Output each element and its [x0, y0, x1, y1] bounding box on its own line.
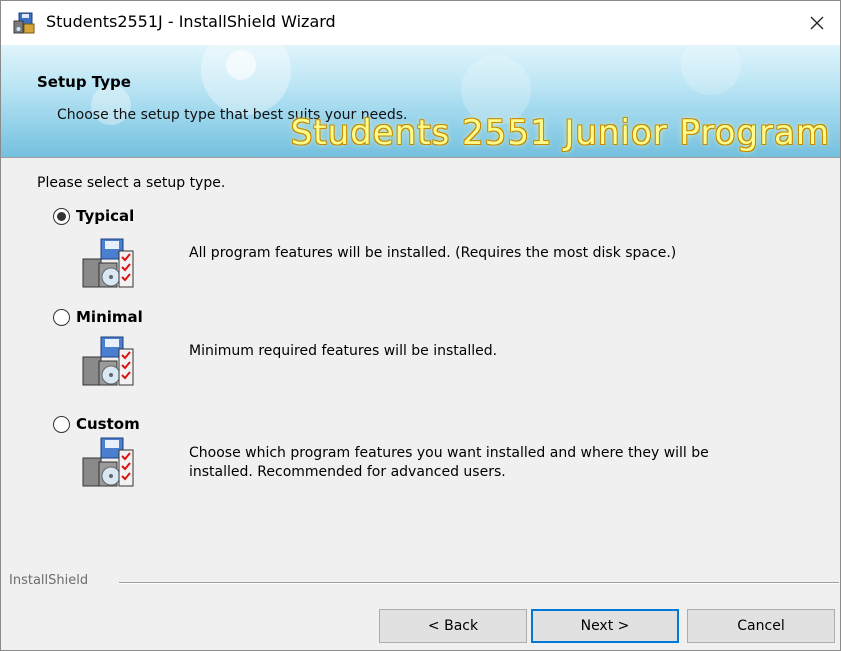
- option-description-minimal: Minimum required features will be instal…: [189, 343, 498, 359]
- radio-custom[interactable]: Custom: [53, 415, 140, 433]
- option-label-minimal: Minimal: [76, 308, 143, 326]
- title-bar[interactable]: Students2551J - InstallShield Wizard: [1, 1, 840, 45]
- back-button[interactable]: < Back: [379, 609, 527, 643]
- option-description-typical: All program features will be installed. …: [189, 245, 677, 261]
- installshield-brand-label: InstallShield: [9, 573, 89, 588]
- option-label-custom: Custom: [76, 415, 140, 433]
- close-button[interactable]: [794, 1, 840, 45]
- footer-separator: [119, 582, 839, 584]
- window-title: Students2551J - InstallShield Wizard: [46, 12, 336, 31]
- radio-button-custom[interactable]: [53, 415, 70, 433]
- banner-bokeh: [681, 45, 741, 95]
- radio-minimal[interactable]: Minimal: [53, 308, 143, 326]
- banner-heading: Setup Type: [37, 73, 131, 91]
- option-label-typical: Typical: [76, 207, 135, 225]
- header-banner: Setup Type Choose the setup type that be…: [1, 45, 840, 158]
- installer-app-icon: [13, 12, 35, 34]
- setup-package-icon: [82, 437, 134, 487]
- radio-typical[interactable]: Typical: [53, 207, 134, 225]
- setup-type-prompt: Please select a setup type.: [37, 175, 226, 191]
- setup-package-icon: [82, 336, 134, 386]
- installer-window: Students2551J - InstallShield Wizard Set…: [0, 0, 841, 651]
- radio-button-minimal[interactable]: [53, 308, 70, 326]
- radio-button-typical[interactable]: [53, 207, 70, 225]
- next-button[interactable]: Next >: [531, 609, 679, 643]
- option-description-custom: Choose which program features you want i…: [189, 445, 709, 480]
- close-icon: [810, 16, 824, 30]
- banner-bokeh: [226, 50, 256, 80]
- cancel-button[interactable]: Cancel: [687, 609, 835, 643]
- banner-brand-text: Students 2551 Junior Program: [290, 113, 830, 153]
- setup-package-icon: [82, 238, 134, 288]
